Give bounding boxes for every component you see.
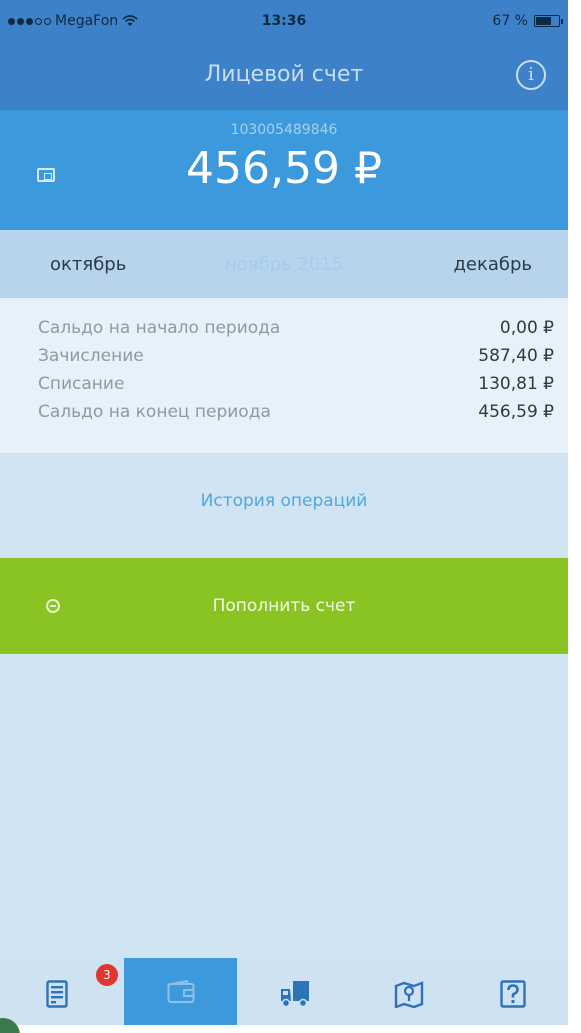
balance-amount: 456,59 ₽	[186, 143, 382, 194]
summary-row: Сальдо на начало периода 0,00 ₽	[38, 318, 554, 344]
summary-row: Списание 130,81 ₽	[38, 374, 554, 400]
battery-icon	[534, 15, 563, 27]
summary-value: 456,59 ₽	[478, 402, 554, 422]
period-summary: Сальдо на начало периода 0,00 ₽ Зачислен…	[0, 298, 568, 453]
month-selector: октябрь ноябрь 2015 декабрь	[0, 230, 568, 298]
summary-label: Сальдо на начало периода	[38, 318, 281, 338]
summary-row: Сальдо на конец периода 456,59 ₽	[38, 402, 554, 428]
summary-label: Зачисление	[38, 346, 144, 366]
tab-wallet[interactable]	[124, 958, 237, 1025]
map-icon	[394, 981, 423, 1008]
summary-value: 0,00 ₽	[499, 318, 554, 338]
info-icon[interactable]: i	[516, 60, 546, 90]
status-time: 13:36	[261, 13, 307, 29]
topup-label: Пополнить счет	[212, 596, 356, 616]
summary-label: Сальдо на конец периода	[38, 402, 271, 422]
history-link[interactable]: История операций	[0, 491, 568, 511]
truck-icon	[280, 981, 309, 1008]
status-bar: MegaFon 13:36 67 %	[0, 0, 568, 42]
tab-bar: 3	[0, 958, 568, 1025]
month-next-button[interactable]: декабрь	[453, 254, 532, 275]
battery-fill	[536, 17, 551, 25]
document-icon	[45, 980, 68, 1008]
summary-value: 587,40 ₽	[478, 346, 554, 366]
status-right: 67 %	[492, 13, 563, 29]
nav-bar: Лицевой счет i	[0, 42, 568, 110]
topup-button[interactable]: Пополнить счет	[0, 558, 568, 654]
tab-delivery[interactable]	[238, 958, 351, 1025]
wallet-icon	[167, 980, 194, 1003]
tab-map[interactable]	[352, 958, 465, 1025]
notification-badge: 3	[96, 964, 118, 986]
page-title: Лицевой счет	[204, 62, 364, 87]
screen: MegaFon 13:36 67 % Лицевой счет i 103005…	[0, 0, 568, 1025]
summary-value: 130,81 ₽	[478, 374, 554, 394]
tab-help[interactable]	[456, 958, 568, 1025]
help-icon	[499, 980, 526, 1008]
history-section: История операций	[0, 453, 568, 558]
battery-percent: 67 %	[492, 13, 528, 29]
tab-documents[interactable]: 3	[0, 958, 118, 1025]
summary-row: Зачисление 587,40 ₽	[38, 346, 554, 372]
balance-panel: 103005489846 456,59 ₽	[0, 110, 568, 230]
summary-label: Списание	[38, 374, 125, 394]
account-number: 103005489846	[230, 122, 338, 138]
